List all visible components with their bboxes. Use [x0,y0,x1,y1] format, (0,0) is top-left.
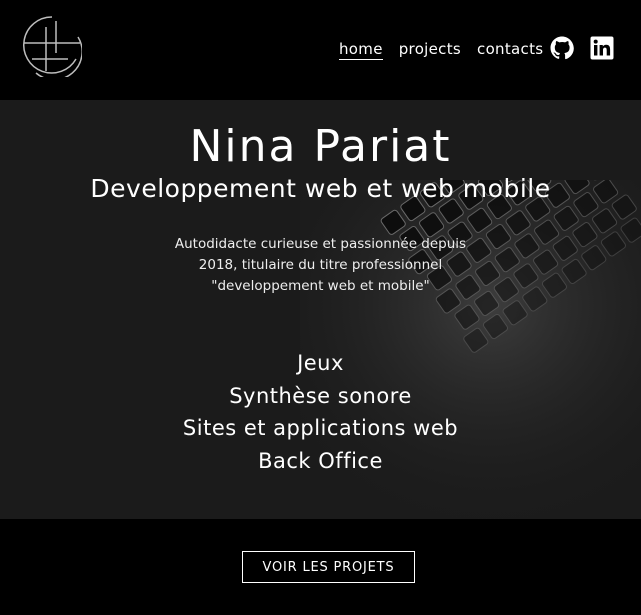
skills-list: Jeux Synthèse sonore Sites et applicatio… [0,347,641,477]
page: home projects contacts Nina Pariat Devel… [0,0,641,615]
nav-home-link[interactable]: home [339,40,383,60]
bio-text: Autodidacte curieuse et passionnée depui… [174,236,467,294]
page-subtitle: Developpement web et web mobile [90,174,551,203]
nav-projects-link[interactable]: projects [399,40,461,60]
social-links [550,36,614,60]
linkedin-icon[interactable] [590,36,614,60]
site-header: home projects contacts [0,0,641,100]
cta-section: VOIR LES PROJETS [0,519,641,615]
skill-item: Sites et applications web [182,416,459,440]
logo-mark-icon [23,16,83,81]
github-icon[interactable] [550,36,574,60]
skill-item: Synthèse sonore [229,383,412,408]
hero-section: Nina Pariat Developpement web et web mob… [0,100,641,519]
main-nav: home projects contacts [339,40,543,60]
page-title: Nina Pariat [189,121,452,172]
view-projects-button[interactable]: VOIR LES PROJETS [242,551,415,583]
nav-contacts-link[interactable]: contacts [477,40,543,60]
skill-item: Back Office [258,448,383,473]
skill-item: Jeux [297,351,344,375]
site-logo[interactable] [16,13,83,81]
hero-content: Nina Pariat Developpement web et web mob… [0,100,641,477]
